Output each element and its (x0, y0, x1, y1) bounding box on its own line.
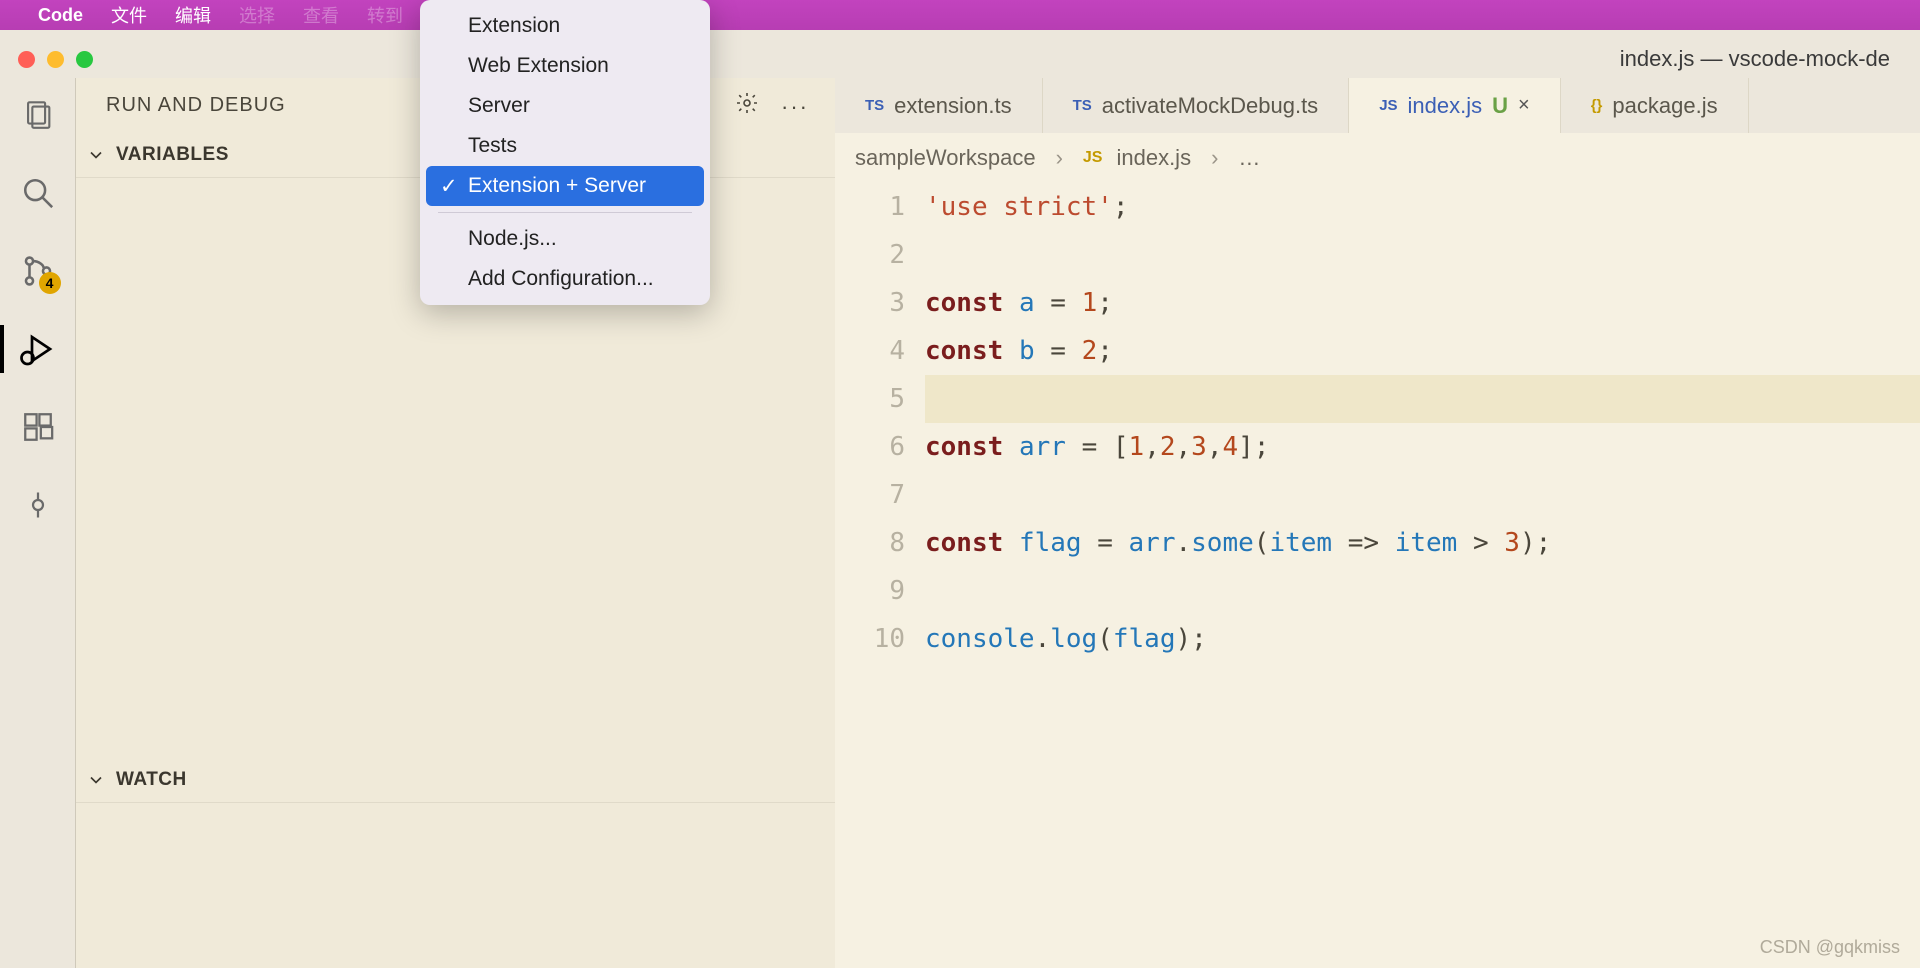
line-number: 4 (835, 327, 905, 375)
crumb-separator-icon (1205, 145, 1224, 171)
extensions-icon[interactable] (19, 408, 57, 446)
code-line[interactable]: 'use strict'; (925, 183, 1920, 231)
code-line[interactable]: const flag = arr.some(item => item > 3); (925, 519, 1920, 567)
file-type-icon: JS (1379, 97, 1397, 114)
code-line[interactable]: const a = 1; (925, 279, 1920, 327)
file-type-icon: {} (1591, 97, 1603, 114)
debug-config-option[interactable]: Add Configuration... (420, 259, 710, 299)
watch-label: WATCH (116, 769, 187, 791)
window-title: index.js — vscode-mock-de (1620, 46, 1890, 72)
editor-tab[interactable]: TS activateMockDebug.ts (1043, 78, 1350, 133)
timeline-icon[interactable] (19, 486, 57, 524)
code-line[interactable]: const b = 2; (925, 327, 1920, 375)
menubar-go[interactable]: 转到 (367, 2, 403, 28)
line-number: 9 (835, 567, 905, 615)
line-number: 5 (835, 375, 905, 423)
run-debug-icon[interactable] (19, 330, 57, 368)
system-menubar: Code 文件 编辑 选择 查看 转到 运行 终端 窗口 帮助 (0, 0, 1920, 30)
js-file-icon: JS (1083, 149, 1103, 167)
tab-filename: package.js (1612, 93, 1717, 119)
line-gutter: 12345678910 (835, 183, 925, 663)
more-actions-icon[interactable]: ··· (781, 94, 805, 118)
debug-config-option[interactable]: Extension (420, 6, 710, 46)
debug-config-option[interactable]: Web Extension (420, 46, 710, 86)
breadcrumbs[interactable]: sampleWorkspace JS index.js … (835, 133, 1920, 183)
close-window-button[interactable] (18, 51, 35, 68)
line-number: 3 (835, 279, 905, 327)
menubar-edit[interactable]: 编辑 (175, 2, 211, 28)
modified-indicator: U (1492, 93, 1508, 119)
debug-config-option[interactable]: Tests (420, 126, 710, 166)
menu-separator (438, 212, 692, 213)
code-editor[interactable]: 12345678910 'use strict'; const a = 1;co… (835, 183, 1920, 663)
editor-tab[interactable]: {} package.js (1561, 78, 1749, 133)
debug-config-option[interactable]: Node.js... (420, 219, 710, 259)
editor-tab[interactable]: JS index.js U × (1349, 78, 1561, 133)
watermark: CSDN @gqkmiss (1760, 937, 1900, 958)
chevron-down-icon (86, 770, 106, 790)
menubar-selection[interactable]: 选择 (239, 2, 275, 28)
code-line[interactable] (925, 471, 1920, 519)
code-line[interactable]: const arr = [1,2,3,4]; (925, 423, 1920, 471)
close-tab-icon[interactable]: × (1518, 94, 1530, 117)
watch-section-header[interactable]: WATCH (76, 758, 835, 803)
tab-filename: extension.ts (894, 93, 1011, 119)
debug-config-menu[interactable]: ExtensionWeb ExtensionServerTestsExtensi… (420, 0, 710, 305)
code-line[interactable]: console.log(flag); (925, 615, 1920, 663)
debug-config-option[interactable]: Server (420, 86, 710, 126)
code-content[interactable]: 'use strict'; const a = 1;const b = 2; c… (925, 183, 1920, 663)
minimize-window-button[interactable] (47, 51, 64, 68)
scm-badge: 4 (39, 272, 61, 294)
activity-bar: 4 (0, 78, 75, 968)
line-number: 2 (835, 231, 905, 279)
sidebar-title: RUN AND DEBUG (106, 94, 286, 117)
chevron-down-icon (86, 145, 106, 165)
debug-config-option[interactable]: Extension + Server (426, 166, 704, 206)
editor-area: TS extension.ts TS activateMockDebug.ts JS in… (835, 78, 1920, 968)
line-number: 8 (835, 519, 905, 567)
line-number: 10 (835, 615, 905, 663)
window-titlebar: index.js — vscode-mock-de (0, 40, 1920, 78)
maximize-window-button[interactable] (76, 51, 93, 68)
code-line[interactable] (925, 231, 1920, 279)
crumb-separator-icon (1050, 145, 1069, 171)
file-type-icon: TS (865, 97, 884, 114)
crumb-folder[interactable]: sampleWorkspace (855, 145, 1036, 171)
crumb-trail[interactable]: … (1238, 145, 1260, 171)
crumb-file[interactable]: index.js (1116, 145, 1191, 171)
code-line[interactable] (925, 567, 1920, 615)
variables-label: VARIABLES (116, 144, 229, 166)
line-number: 1 (835, 183, 905, 231)
search-icon[interactable] (19, 174, 57, 212)
file-type-icon: TS (1073, 97, 1092, 114)
editor-tab[interactable]: TS extension.ts (835, 78, 1043, 133)
menubar-view[interactable]: 查看 (303, 2, 339, 28)
explorer-icon[interactable] (19, 96, 57, 134)
window-controls (18, 51, 93, 68)
tab-filename: activateMockDebug.ts (1102, 93, 1318, 119)
settings-gear-icon[interactable] (735, 91, 759, 120)
menubar-app[interactable]: Code (38, 5, 83, 26)
watch-body (76, 803, 835, 968)
editor-tabs: TS extension.ts TS activateMockDebug.ts JS in… (835, 78, 1920, 133)
code-line[interactable] (925, 375, 1920, 423)
tab-filename: index.js (1408, 93, 1483, 119)
line-number: 6 (835, 423, 905, 471)
workbench: 4 RUN AND DEBUG ··· (0, 78, 1920, 968)
menubar-file[interactable]: 文件 (111, 2, 147, 28)
line-number: 7 (835, 471, 905, 519)
source-control-icon[interactable]: 4 (19, 252, 57, 290)
